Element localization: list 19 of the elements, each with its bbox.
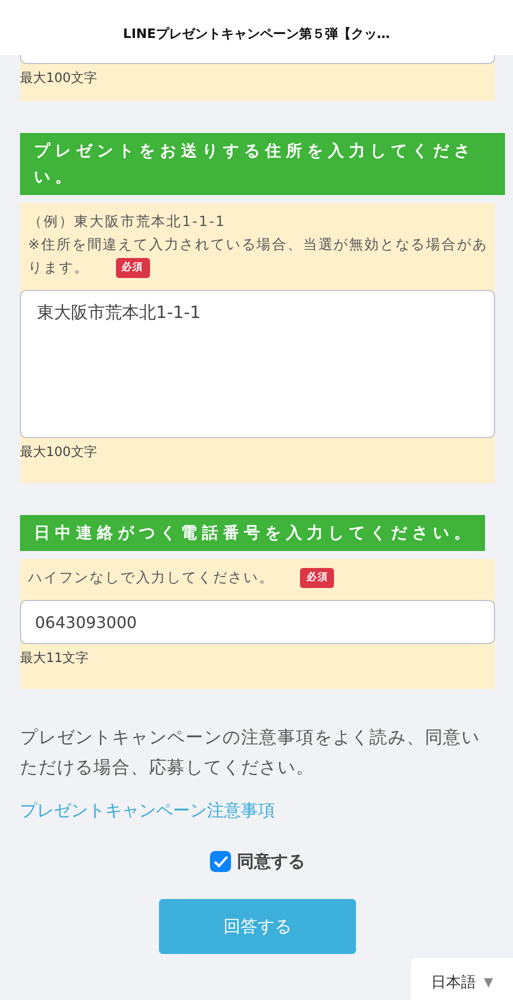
- dropdown-arrow: ▼: [484, 975, 494, 989]
- required-badge: 必須: [116, 258, 150, 278]
- address-text-area[interactable]: 東大阪市荒本北1-1-1: [20, 290, 495, 438]
- agree-checkbox[interactable]: [210, 851, 231, 872]
- phone-input-field[interactable]: 0643093000: [20, 600, 495, 644]
- character-limit: 最大100文字: [20, 70, 98, 87]
- hint-text: ハイフンなしで入力してください。 必須: [28, 567, 489, 590]
- language-label: 日本語: [430, 972, 476, 992]
- section-heading: プレゼントをお送りする住所を入力してください。: [20, 133, 505, 195]
- check-icon: [214, 856, 228, 868]
- character-limit: 最大100文字: [20, 444, 98, 461]
- notice-text: プレゼントキャンペーンの注意事項をよく読み、同意いただける場合、応募してください。: [20, 727, 481, 780]
- language-selector[interactable]: 日本語 ▼: [411, 958, 513, 1000]
- character-limit: 最大11文字: [20, 650, 90, 667]
- hint-text: （例）東大阪市荒本北1-1-1 ※住所を間違えて入力されている場合、当選が無効となる場合があります。 必須: [28, 211, 489, 280]
- required-badge: 必須: [300, 568, 334, 588]
- agree-label[interactable]: 同意する: [237, 850, 305, 873]
- section-heading: 日中連絡がつく電話番号を入力してください。: [20, 515, 485, 551]
- page-title: LINEプレゼントキャンペーン第５弾【クッ…: [123, 26, 390, 43]
